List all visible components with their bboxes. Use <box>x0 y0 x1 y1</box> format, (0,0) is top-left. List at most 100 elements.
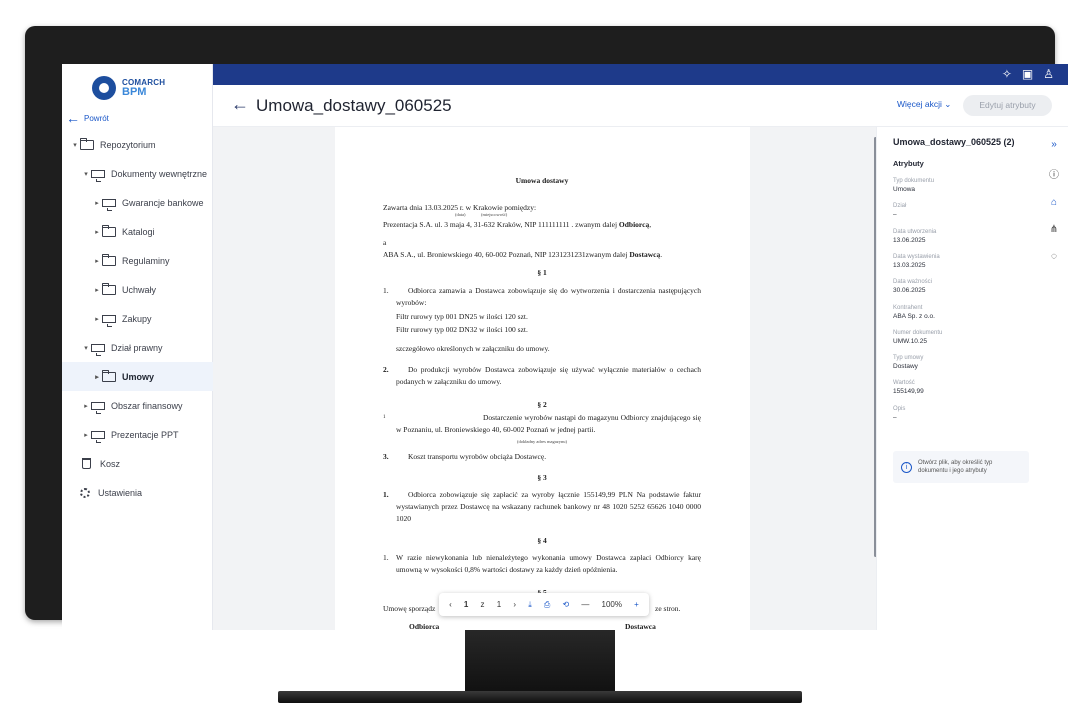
sidebar-item-dokumenty-wewnętrzne[interactable]: ▾ Dokumenty wewnętrzne <box>62 159 213 188</box>
attribute-item: Data utworzenia 13.06.2025 <box>893 228 1033 245</box>
zoom-in-button[interactable]: + <box>634 600 639 609</box>
attribute-value: 155149,99 <box>893 388 924 396</box>
doc-num-small: 1 <box>383 415 386 420</box>
monitor-icon <box>102 314 116 327</box>
doc-num-3: 3. <box>383 452 389 461</box>
doc-party1-role: Odbiorcą <box>618 220 650 229</box>
sidebar-item-zakupy[interactable]: ▸ Zakupy <box>62 304 213 333</box>
doc-note-date: (data) <box>455 212 466 217</box>
doc-party2: ABA S.A., ul. Broniewskiego 40, 60-002 P… <box>383 250 663 259</box>
sidebar-item-obszar-finansowy[interactable]: ▸ Obszar finansowy <box>62 391 213 420</box>
attribute-label: Dział <box>893 203 907 210</box>
attribute-item: Data wystawienia 13.03.2025 <box>893 253 1033 270</box>
sidebar-item-prezentacje-ppt[interactable]: ▸ Prezentacje PPT <box>62 420 213 449</box>
zoom-out-button[interactable]: — <box>581 600 589 609</box>
attributes-heading: Atrybuty <box>893 159 924 168</box>
info-circle-icon[interactable]: ⓘ <box>1049 166 1059 181</box>
sidebar-item-label: Katalogi <box>122 226 155 237</box>
attribute-item: Data ważności 30.06.2025 <box>893 278 1033 295</box>
chevron-right-icon[interactable]: ▸ <box>81 431 91 439</box>
doc-para-1: Odbiorca zamawia a Dostawca zobowiązuje … <box>396 286 701 307</box>
document-header: ← Umowa_dostawy_060525 Więcej akcji ⌄ Ed… <box>213 85 1068 127</box>
prev-page-button[interactable]: ‹ <box>449 600 452 609</box>
collapse-panel-icon[interactable]: » <box>1051 139 1057 150</box>
sidebar-item-label: Obszar finansowy <box>111 400 183 411</box>
doc-num-5: 1. <box>383 553 389 562</box>
doc-num-2: 2. <box>383 365 389 374</box>
trash-icon <box>82 458 91 469</box>
doc-num-4: 1. <box>383 490 389 499</box>
doc-intro: Zawarta dnia 13.03.2025 r. w Krakowie po… <box>383 203 537 212</box>
doc-section-2: § 2 <box>537 400 547 409</box>
edit-attributes-button[interactable]: Edytuj atrybuty <box>963 95 1052 116</box>
attribute-value: ABA Sp. z o.o. <box>893 312 935 320</box>
total-pages: 1 <box>496 600 502 609</box>
sidebar-item-repozytorium[interactable]: ▾ Repozytorium <box>62 130 213 159</box>
hierarchy-icon[interactable]: ⋔ <box>1050 224 1058 235</box>
attribute-value: – <box>893 413 897 421</box>
doc-item-2: Filtr rurowy typ 002 DN32 w ilości 100 s… <box>396 325 528 334</box>
sidebar-item-gwarancje-bankowe[interactable]: ▸ Gwarancje bankowe <box>62 188 213 217</box>
details-title: Umowa_dostawy_060525 (2) <box>893 137 1015 147</box>
comment-icon[interactable]: ◌ <box>1051 251 1057 262</box>
document-viewer[interactable]: Umowa dostawy Zawarta dnia 13.03.2025 r.… <box>213 127 876 630</box>
user-icon[interactable]: ♙ <box>1043 67 1054 81</box>
attribute-value: Umowa <box>893 186 916 193</box>
sidebar-item-dział-prawny[interactable]: ▾ Dział prawny <box>62 333 213 362</box>
doc-section-3: § 3 <box>537 473 547 482</box>
doc-section-1: § 1 <box>537 268 547 277</box>
sidebar-item-label: Dokumenty wewnętrzne <box>111 168 208 179</box>
sidebar-item-ustawienia[interactable]: Ustawienia <box>62 478 213 507</box>
doc-para-1-tail: szczegółowo określonych w załączniku do … <box>396 344 550 353</box>
attribute-value: Dostawy <box>893 363 918 371</box>
chevron-right-icon[interactable]: ▸ <box>92 315 102 323</box>
attribute-item: Numer dokumentu UMW.10.25 <box>893 329 1033 346</box>
chevron-down-icon[interactable]: ▾ <box>81 344 91 352</box>
attribute-item: Wartość 155149,99 <box>893 379 1033 396</box>
chevron-right-icon[interactable]: ▸ <box>92 228 102 236</box>
print-icon[interactable]: ⎙ <box>544 600 550 610</box>
sidebar-item-label: Uchwały <box>122 284 157 295</box>
attribute-item: Typ umowy Dostawy <box>893 354 1033 371</box>
monitor-stand <box>465 620 615 692</box>
logo-mark-icon <box>92 76 116 100</box>
next-page-button[interactable]: › <box>513 600 516 609</box>
current-page-input[interactable]: 1 <box>464 600 468 609</box>
folder-open-icon <box>80 137 94 150</box>
page-separator: z <box>480 600 485 609</box>
back-arrow-button[interactable]: ← <box>231 94 249 115</box>
server-icon <box>91 343 105 356</box>
sidebar-item-kosz[interactable]: Kosz <box>62 449 213 478</box>
document-settings-icon[interactable]: ▣ <box>1022 67 1033 81</box>
sidebar-item-label: Prezentacje PPT <box>111 429 179 440</box>
tag-icon[interactable]: ⌂ <box>1051 197 1057 208</box>
doc-para-5: Odbiorca zobowiązuje się zapłacić za wyr… <box>396 490 701 523</box>
chevron-down-icon[interactable]: ▾ <box>81 170 91 178</box>
attribute-label: Data wystawienia <box>893 253 940 260</box>
chevron-right-icon[interactable]: ▸ <box>81 402 91 410</box>
doc-and: a <box>383 238 387 247</box>
doc-party1-text: Prezentacja S.A. ul. 3 maja 4, 31-632 Kr… <box>383 220 619 229</box>
sidebar-item-katalogi[interactable]: ▸ Katalogi <box>62 217 213 246</box>
sidebar-item-regulaminy[interactable]: ▸ Regulaminy <box>62 246 213 275</box>
chevron-down-icon[interactable]: ▾ <box>70 141 80 149</box>
chevron-right-icon[interactable]: ▸ <box>92 373 102 381</box>
sidebar-item-uchwały[interactable]: ▸ Uchwały <box>62 275 213 304</box>
more-actions-label: Więcej akcji <box>897 99 942 109</box>
folder-icon <box>102 224 116 237</box>
more-actions-dropdown[interactable]: Więcej akcji ⌄ <box>897 99 951 110</box>
chevron-down-icon: ⌄ <box>944 99 952 109</box>
chevron-right-icon[interactable]: ▸ <box>92 286 102 294</box>
gear-icon <box>80 487 90 498</box>
chevron-right-icon[interactable]: ▸ <box>92 257 102 265</box>
attribute-item: Dział – <box>893 202 1033 219</box>
attribute-value: 13.06.2025 <box>893 236 926 244</box>
download-icon[interactable]: ⤓ <box>528 600 532 610</box>
sidebar-item-umowy[interactable]: ▸ Umowy <box>62 362 213 391</box>
rotate-icon[interactable]: ⟲ <box>562 600 569 609</box>
chevron-right-icon[interactable]: ▸ <box>92 199 102 207</box>
magic-wand-icon[interactable]: ✧ <box>1002 67 1012 81</box>
back-link[interactable]: ← Powrót <box>66 111 109 125</box>
info-hint: i Otwórz plik, aby określić typ dokument… <box>893 451 1029 483</box>
attribute-label: Numer dokumentu <box>893 329 943 336</box>
